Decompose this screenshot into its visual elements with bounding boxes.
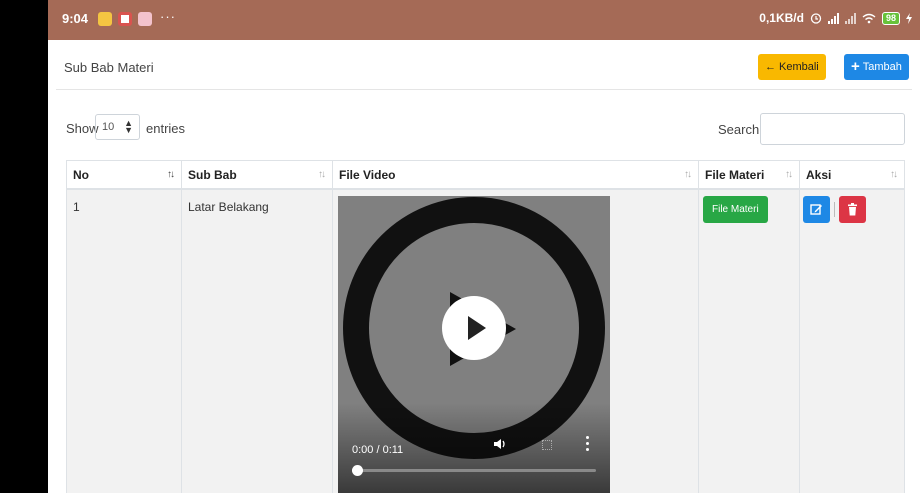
fullscreen-icon[interactable]	[542, 440, 552, 450]
sort-icon: ↑↓	[890, 169, 898, 180]
column-header-aksi[interactable]: Aksi ↑↓	[799, 161, 905, 191]
aksi-divider	[834, 202, 835, 217]
column-header-file-materi[interactable]: File Materi ↑↓	[698, 161, 799, 191]
entries-label: entries	[146, 121, 186, 136]
edit-button[interactable]	[803, 196, 830, 223]
edit-icon	[810, 204, 822, 215]
search-label: Search:	[718, 122, 763, 137]
device-bezel	[0, 0, 48, 493]
play-icon[interactable]	[442, 296, 506, 360]
select-arrows-icon: ▲ ▼	[124, 118, 133, 135]
sort-icon: ↑↓	[785, 169, 793, 180]
sort-icon: ↑↓	[318, 169, 326, 180]
show-label: Show	[66, 121, 99, 136]
video-player[interactable]: 0:00 / 0:11	[338, 196, 610, 493]
cell-sub-bab: Latar Belakang	[181, 190, 332, 493]
more-vert-icon[interactable]	[586, 436, 590, 454]
screen: 9:04 ··· 0,1KB/d 98 Sub Bab Materi ← Kem…	[48, 0, 920, 493]
search-input[interactable]	[760, 113, 905, 145]
content-area: Show 10 ▲ ▼ entries Search: No ↑↓ Sub Bab…	[48, 0, 920, 493]
column-header-sub-bab[interactable]: Sub Bab ↑↓	[181, 161, 332, 191]
video-progress-bar[interactable]	[351, 465, 596, 476]
table-header: No ↑↓ Sub Bab ↑↓ File Video ↑↓ File Mate…	[66, 160, 905, 191]
cell-no: 1	[66, 190, 181, 493]
entries-value: 10	[102, 121, 115, 133]
column-header-file-video[interactable]: File Video ↑↓	[332, 161, 698, 191]
cell-aksi	[799, 190, 905, 493]
sort-icon: ↑↓	[684, 169, 692, 180]
trash-icon	[848, 203, 857, 216]
volume-icon[interactable]	[493, 437, 507, 451]
column-header-no[interactable]: No ↑↓	[66, 161, 181, 191]
sort-icon: ↑↓	[167, 169, 175, 180]
entries-select[interactable]: 10 ▲ ▼	[95, 114, 140, 140]
delete-button[interactable]	[839, 196, 866, 223]
video-time: 0:00 / 0:11	[352, 444, 404, 456]
video-progress-thumb[interactable]	[351, 465, 363, 476]
cell-file-materi	[698, 190, 799, 493]
file-materi-button[interactable]: File Materi	[703, 196, 768, 223]
